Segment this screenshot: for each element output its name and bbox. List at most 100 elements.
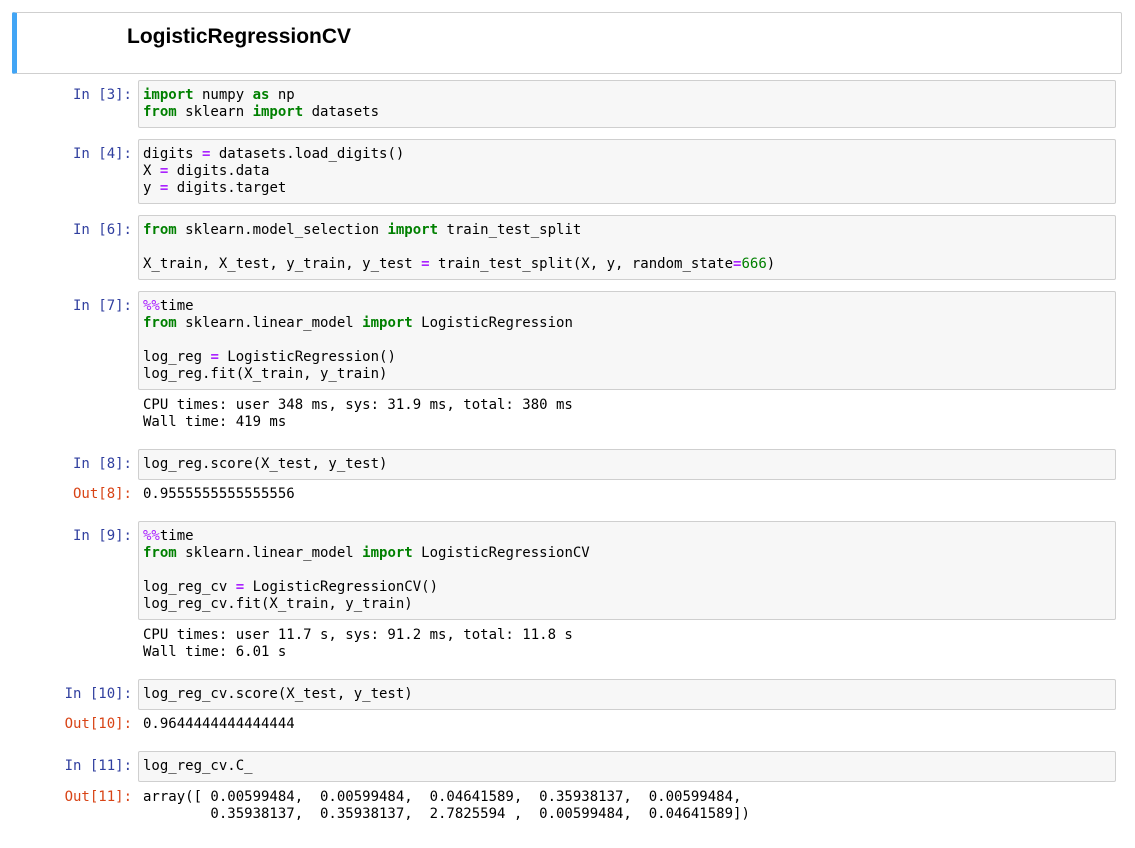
operator-token: = xyxy=(421,256,430,272)
code-token: log_reg.fit(X_train, y_train) xyxy=(143,366,388,382)
code-token: LogisticRegression() xyxy=(218,349,396,365)
keyword-token: from xyxy=(143,222,177,238)
code-token: datasets.load_digits() xyxy=(210,146,405,162)
code-token: LogisticRegressionCV() xyxy=(244,579,439,595)
code-line: %%time xyxy=(143,528,1111,545)
code-input[interactable]: import numpy as np from sklearn import da… xyxy=(138,80,1116,128)
code-token: sklearn.linear_model xyxy=(176,545,363,561)
output-line: Wall time: 6.01 s xyxy=(143,644,287,660)
operator-token: = xyxy=(210,349,219,365)
code-token: digits.data xyxy=(168,163,270,179)
keyword-token: import xyxy=(252,104,304,120)
code-line: from sklearn import datasets xyxy=(143,104,1111,121)
code-token: digits xyxy=(143,146,203,162)
code-line: from sklearn.linear_model import Logisti… xyxy=(143,545,1111,562)
input-prompt: In [9]: xyxy=(72,528,132,544)
keyword-token: as xyxy=(252,87,270,103)
code-line: log_reg_cv.C_ xyxy=(143,758,1111,775)
code-input[interactable]: %%time from sklearn.linear_model import L… xyxy=(138,291,1116,390)
markdown-heading: LogisticRegressionCV xyxy=(127,25,352,48)
output-line: CPU times: user 348 ms, sys: 31.9 ms, to… xyxy=(143,397,573,413)
code-token: X_train, X_test, y_train, y_test xyxy=(143,256,422,272)
magic-token: %% xyxy=(143,528,160,544)
keyword-token: import xyxy=(387,222,439,238)
code-token: X xyxy=(143,163,160,179)
code-token: y xyxy=(143,180,160,196)
result-output: 0.9644444444444444 xyxy=(143,716,295,733)
code-token: time xyxy=(159,528,194,544)
output-prompt: Out[8]: xyxy=(72,486,132,502)
keyword-token: from xyxy=(143,315,177,331)
code-token: numpy xyxy=(193,87,253,103)
number-token: 666 xyxy=(741,256,767,272)
code-input[interactable]: log_reg.score(X_test, y_test) xyxy=(138,449,1116,480)
keyword-token: from xyxy=(143,104,177,120)
stream-output: CPU times: user 348 ms, sys: 31.9 ms, to… xyxy=(143,397,573,431)
operator-token: = xyxy=(235,579,245,595)
code-line: from sklearn.linear_model import Logisti… xyxy=(143,315,1111,332)
keyword-token: import xyxy=(143,87,194,103)
code-token: time xyxy=(159,298,194,314)
code-token: sklearn xyxy=(176,104,253,120)
code-line: y = digits.target xyxy=(143,180,1111,197)
code-token: log_reg_cv.score(X_test, y_test) xyxy=(143,686,413,702)
code-token: LogisticRegression xyxy=(412,315,573,331)
code-input[interactable]: from sklearn.model_selection import trai… xyxy=(138,215,1116,280)
code-token: digits.target xyxy=(168,180,287,196)
input-prompt: In [10]: xyxy=(64,686,132,702)
code-token: log_reg.score(X_test, y_test) xyxy=(143,456,388,472)
code-input[interactable]: digits = datasets.load_digits() X = digit… xyxy=(138,139,1116,204)
code-line: log_reg.score(X_test, y_test) xyxy=(143,456,1111,473)
magic-token: %% xyxy=(143,298,160,314)
code-token: LogisticRegressionCV xyxy=(412,545,590,561)
code-token: log_reg_cv.fit(X_train, y_train) xyxy=(143,596,413,612)
output-line: 0.9644444444444444 xyxy=(143,716,295,732)
code-input[interactable]: log_reg_cv.score(X_test, y_test) xyxy=(138,679,1116,710)
output-line: 0.9555555555555556 xyxy=(143,486,295,502)
code-token: sklearn.model_selection xyxy=(176,222,388,238)
code-line: from sklearn.model_selection import trai… xyxy=(143,222,1111,239)
code-line: log_reg_cv.score(X_test, y_test) xyxy=(143,686,1111,703)
result-output: array([ 0.00599484, 0.00599484, 0.046415… xyxy=(143,789,750,823)
keyword-token: import xyxy=(362,315,413,331)
keyword-token: from xyxy=(143,545,177,561)
input-prompt: In [11]: xyxy=(64,758,132,774)
code-line: digits = datasets.load_digits() xyxy=(143,146,1111,163)
output-line: array([ 0.00599484, 0.00599484, 0.046415… xyxy=(143,789,742,805)
stream-output: CPU times: user 11.7 s, sys: 91.2 ms, to… xyxy=(143,627,573,661)
input-prompt: In [3]: xyxy=(72,87,132,103)
code-line: X = digits.data xyxy=(143,163,1111,180)
code-line: log_reg_cv = LogisticRegressionCV() xyxy=(143,579,1111,596)
code-input[interactable]: log_reg_cv.C_ xyxy=(138,751,1116,782)
output-prompt: Out[11]: xyxy=(64,789,132,805)
output-line: 0.35938137, 0.35938137, 2.7825594 , 0.00… xyxy=(143,806,750,822)
code-line: X_train, X_test, y_train, y_test = train… xyxy=(143,256,1111,273)
code-line: log_reg.fit(X_train, y_train) xyxy=(143,366,1111,383)
output-prompt: Out[10]: xyxy=(64,716,132,732)
code-line: log_reg_cv.fit(X_train, y_train) xyxy=(143,596,1111,613)
code-line: import numpy as np xyxy=(143,87,1111,104)
result-output: 0.9555555555555556 xyxy=(143,486,295,503)
code-token: log_reg xyxy=(143,349,211,365)
input-prompt: In [8]: xyxy=(72,456,132,472)
output-line: Wall time: 419 ms xyxy=(143,414,287,430)
output-line: CPU times: user 11.7 s, sys: 91.2 ms, to… xyxy=(143,627,573,643)
code-token: log_reg_cv xyxy=(143,579,236,595)
code-input[interactable]: %%time from sklearn.linear_model import L… xyxy=(138,521,1116,620)
code-token: train_test_split(X, y, random_state xyxy=(429,256,734,272)
code-token: log_reg_cv.C_ xyxy=(143,758,253,774)
input-prompt: In [6]: xyxy=(72,222,132,238)
keyword-token: import xyxy=(362,545,413,561)
code-line: %%time xyxy=(143,298,1111,315)
code-token: train_test_split xyxy=(438,222,582,238)
code-token: np xyxy=(269,87,295,103)
input-prompt: In [7]: xyxy=(72,298,132,314)
input-prompt: In [4]: xyxy=(72,146,132,162)
code-token: ) xyxy=(766,256,776,272)
code-line: log_reg = LogisticRegression() xyxy=(143,349,1111,366)
code-token: datasets xyxy=(303,104,380,120)
code-token: sklearn.linear_model xyxy=(176,315,363,331)
